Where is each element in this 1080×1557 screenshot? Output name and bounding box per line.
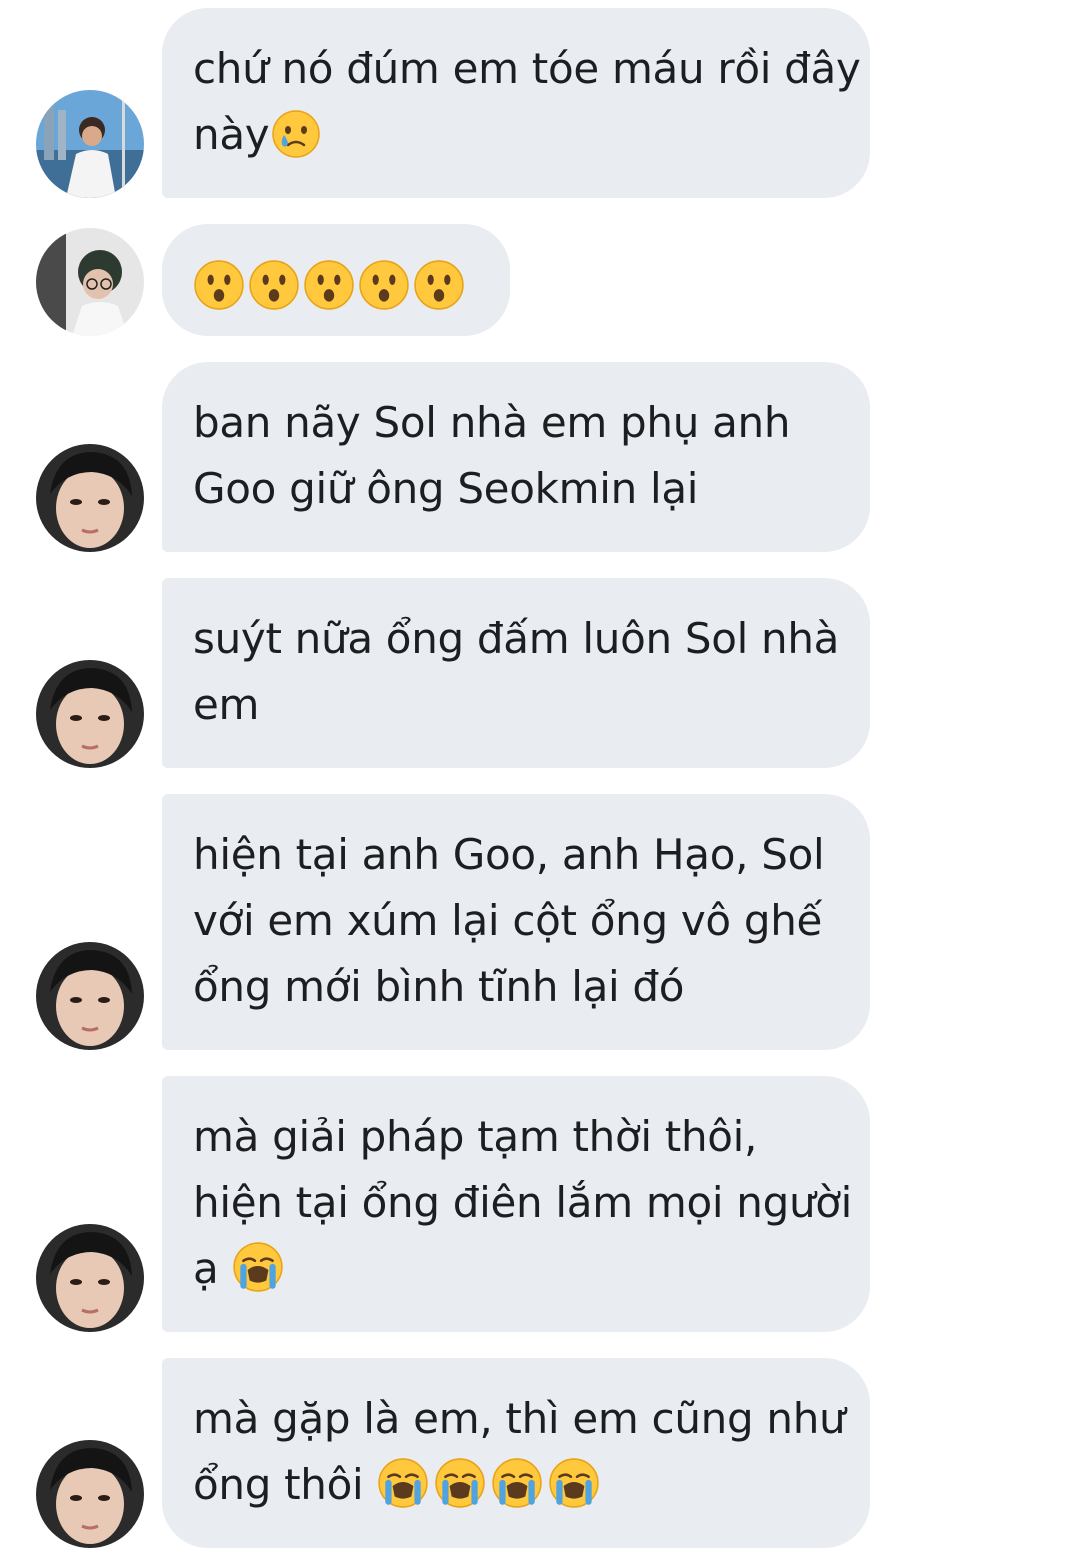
message-text-line: ạ [193, 1236, 840, 1302]
message-text: hiện tại ổng điên lắm mọi người [193, 1178, 853, 1227]
message-text: ban nãy Sol nhà em phụ anh [193, 398, 791, 447]
message-text: mà gặp là em, thì em cũng như [193, 1394, 846, 1443]
avatar[interactable] [36, 444, 144, 552]
avatar-photo-icon [36, 942, 144, 1050]
message-text: ạ [193, 1244, 219, 1293]
message-text-line: ổng thôi [193, 1452, 840, 1518]
loudly-crying-face-icon [491, 1457, 543, 1528]
loudly-crying-face-icon [232, 1241, 284, 1312]
message-text-line: này [193, 102, 840, 168]
message-text: này [193, 110, 270, 159]
message-text: hiện tại anh Goo, anh Hạo, Sol [193, 830, 825, 879]
message-bubble[interactable]: mà giải pháp tạm thời thôi, hiện tại ổng… [162, 1076, 870, 1332]
avatar-photo-icon [36, 228, 144, 336]
message-text: em [193, 680, 260, 729]
message-bubble[interactable]: ban nãy Sol nhà em phụ anh Goo giữ ông S… [162, 362, 870, 552]
avatar[interactable] [36, 90, 144, 198]
hushed-face-icon [303, 259, 355, 330]
avatar[interactable] [36, 942, 144, 1050]
message-bubble[interactable] [162, 224, 510, 336]
message-text: suýt nữa ổng đấm luôn Sol nhà [193, 614, 840, 663]
avatar-photo-icon [36, 90, 144, 198]
hushed-face-icon [358, 259, 410, 330]
avatar[interactable] [36, 1224, 144, 1332]
avatar[interactable] [36, 1440, 144, 1548]
message-text: với em xúm lại cột ổng vô ghế [193, 896, 823, 945]
message-bubble[interactable]: hiện tại anh Goo, anh Hạo, Sol với em xú… [162, 794, 870, 1050]
message-text: ổng mới bình tĩnh lại đó [193, 962, 685, 1011]
message-text: chứ nó đúm em tóe máu rồi đây [193, 44, 861, 93]
avatar-photo-icon [36, 1224, 144, 1332]
message-text: Goo giữ ông Seokmin lại [193, 464, 699, 513]
avatar-photo-icon [36, 660, 144, 768]
message-bubble[interactable]: mà gặp là em, thì em cũng như ổng thôi [162, 1358, 870, 1548]
avatar[interactable] [36, 660, 144, 768]
crying-face-icon [271, 109, 321, 178]
message-bubble[interactable]: suýt nữa ổng đấm luôn Sol nhà em [162, 578, 870, 768]
hushed-face-icon [193, 259, 245, 330]
hushed-face-icon [413, 259, 465, 330]
loudly-crying-face-icon [377, 1457, 429, 1528]
loudly-crying-face-icon [548, 1457, 600, 1528]
hushed-face-icon [248, 259, 300, 330]
message-text: mà giải pháp tạm thời thôi, [193, 1112, 758, 1161]
avatar-photo-icon [36, 444, 144, 552]
loudly-crying-face-icon [434, 1457, 486, 1528]
message-bubble[interactable]: chứ nó đúm em tóe máu rồi đây này [162, 8, 870, 198]
avatar-photo-icon [36, 1440, 144, 1548]
avatar[interactable] [36, 228, 144, 336]
message-text: ổng thôi [193, 1460, 364, 1509]
